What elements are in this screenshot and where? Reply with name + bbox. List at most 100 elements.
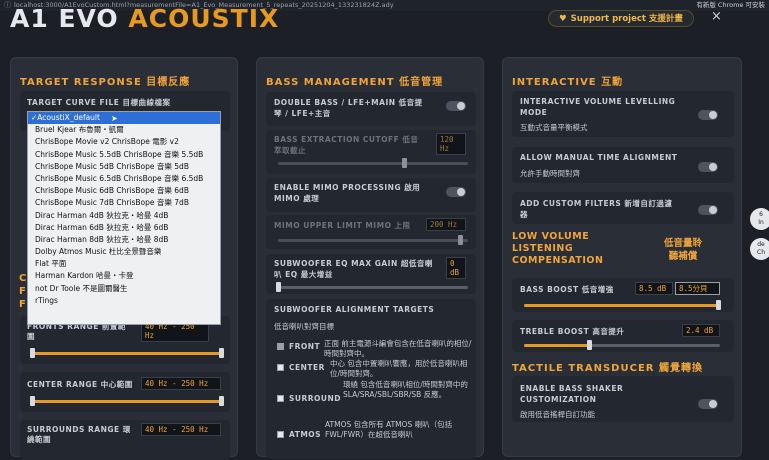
mimo-toggle[interactable] bbox=[446, 187, 466, 197]
sub-align-label: SUBWOOFER ALIGNMENT TARGETS bbox=[274, 305, 435, 314]
side-bubble-icon[interactable]: de Ch bbox=[750, 238, 769, 260]
extraction-handle[interactable] bbox=[402, 158, 407, 168]
curve-file-dropdown[interactable]: ✓AcoustiX_default Bruel Kjear 布魯爾・凱爾 Chr… bbox=[27, 111, 221, 325]
center-range-slider[interactable] bbox=[30, 396, 224, 406]
curve-option[interactable]: Dirac Harman 8dB 狄拉克・哈曼 8dB bbox=[28, 234, 220, 246]
sub-eq-label: SUBWOOFER EQ MAX GAIN 超低音喇叭 EQ 最大增益 bbox=[274, 259, 433, 279]
extraction-value: 120 Hz bbox=[436, 133, 466, 155]
fronts-range-slider[interactable] bbox=[30, 348, 224, 358]
manual-align-card: ALLOW MANUAL TIME ALIGNMENT 允許手動時間對齊 bbox=[512, 147, 734, 183]
custom-filters-toggle[interactable] bbox=[698, 205, 718, 215]
extraction-slider[interactable] bbox=[278, 158, 468, 168]
sub-eq-value: 0 dB bbox=[446, 257, 466, 279]
bass-boost-handle[interactable] bbox=[716, 300, 721, 310]
heart-icon: ♥ bbox=[559, 14, 567, 24]
lvc-title: LOW VOLUME LISTENING COMPENSATION bbox=[512, 231, 604, 266]
surrounds-range-label: SURROUNDS RANGE 環繞範圍 bbox=[27, 425, 131, 444]
bass-management-title: BASS MANAGEMENT 低音管理 bbox=[266, 77, 444, 88]
mouse-cursor-icon: ➤ bbox=[111, 114, 118, 123]
hidden-section-fragment: CFF bbox=[19, 273, 27, 310]
custom-filters-card: ADD CUSTOM FILTERS 新增自訂過濾器 bbox=[512, 192, 734, 224]
curve-option[interactable]: ChrisBope Music 6dB ChrisBope 音樂 6dB bbox=[28, 185, 220, 197]
support-project-button[interactable]: ♥ Support project 支援計畫 bbox=[548, 10, 694, 27]
ivl-sublabel: 互動式音量平衡模式 bbox=[520, 123, 588, 132]
treble-boost-label: TREBLE BOOST 高音提升 bbox=[520, 327, 625, 336]
double-bass-toggle[interactable] bbox=[446, 101, 466, 111]
center-range-low-handle[interactable] bbox=[30, 396, 35, 406]
curve-option[interactable]: Harman Kardon 哈曼・卡登 bbox=[28, 270, 220, 282]
curve-option[interactable]: Flat 平面 bbox=[28, 258, 220, 270]
bass-boost-value: 8.5 dB bbox=[635, 282, 673, 295]
sub-eq-handle[interactable] bbox=[276, 282, 281, 292]
surround-label: SURROUND bbox=[289, 394, 342, 403]
center-checkbox[interactable] bbox=[277, 364, 284, 371]
app-title: A1 EVO ACOUSTIX bbox=[10, 4, 279, 33]
curve-file-label: TARGET CURVE FILE 目標曲線檔案 bbox=[27, 98, 171, 107]
chrome-update-notice[interactable]: 有新版 Chrome 可安裝 bbox=[696, 1, 765, 10]
bass-boost-card: BASS BOOST 低音增強 8.5 dB 8.5分貝 bbox=[512, 278, 734, 312]
sub-eq-card: SUBWOOFER EQ MAX GAIN 超低音喇叭 EQ 最大增益 0 dB bbox=[266, 254, 476, 294]
ivl-toggle[interactable] bbox=[698, 110, 718, 120]
surround-desc: 環繞 包含低音喇叭相位/時間對齊中的 SLA/SRA/SBL/SBR/SB 反應… bbox=[343, 380, 468, 399]
center-range-high-handle[interactable] bbox=[219, 396, 224, 406]
fronts-range-high-handle[interactable] bbox=[219, 348, 224, 358]
surround-checkbox[interactable] bbox=[277, 395, 284, 402]
atmos-label: ATMOS bbox=[289, 430, 322, 439]
center-range-label: CENTER RANGE 中心範圍 bbox=[27, 380, 133, 389]
bass-shaker-label: ENABLE BASS SHAKER CUSTOMIZATION bbox=[520, 384, 624, 404]
surrounds-range-value: 40 Hz - 250 Hz bbox=[141, 423, 221, 436]
close-icon[interactable]: × bbox=[711, 9, 722, 24]
center-desc: 中心 包含中置喇叭響應，用於低音喇叭相位/時間對齊。 bbox=[330, 359, 468, 378]
bass-shaker-card: ENABLE BASS SHAKER CUSTOMIZATION 啟用低音搖桿自… bbox=[512, 376, 734, 422]
app-title-main: A1 EVO bbox=[10, 4, 119, 33]
interactive-panel: INTERACTIVE 互動 INTERACTIVE VOLUME LEVELL… bbox=[502, 57, 742, 457]
app-title-accent: ACOUSTIX bbox=[128, 4, 280, 33]
mimo-upper-slider[interactable] bbox=[278, 235, 468, 245]
curve-option[interactable]: not Dr Toole 不是圖爾醫生 bbox=[28, 283, 220, 295]
curve-option[interactable]: ✓AcoustiX_default bbox=[28, 112, 220, 125]
mimo-card: ENABLE MIMO PROCESSING 啟用 MIMO 處理 bbox=[266, 178, 476, 212]
curve-option[interactable]: Dirac Harman 4dB 狄拉克・哈曼 4dB bbox=[28, 210, 220, 222]
interactive-title: INTERACTIVE 互動 bbox=[512, 77, 624, 88]
mimo-upper-handle[interactable] bbox=[458, 235, 463, 245]
mimo-upper-value: 200 Hz bbox=[426, 218, 466, 231]
curve-option[interactable]: ChrisBope Music 6.5dB ChrisBope 音樂 6.5dB bbox=[28, 173, 220, 185]
side-bubble-icon[interactable]: 6 In bbox=[750, 208, 769, 230]
bass-boost-label: BASS BOOST 低音增強 bbox=[520, 285, 614, 294]
treble-boost-card: TREBLE BOOST 高音提升 2.4 dB bbox=[512, 320, 734, 352]
atmos-checkbox[interactable] bbox=[277, 431, 284, 438]
front-label: FRONT bbox=[289, 342, 321, 351]
center-range-card: CENTER RANGE 中心範圍 40 Hz - 250 Hz bbox=[20, 372, 230, 412]
fronts-range-label: FRONTS RANGE 前置範圍 bbox=[27, 322, 126, 341]
front-desc: 正面 前主電源斗編會包含在低音喇叭的相位/時間對齊中。 bbox=[324, 339, 472, 358]
front-checkbox[interactable] bbox=[277, 343, 284, 350]
treble-boost-slider[interactable] bbox=[524, 340, 720, 350]
curve-option[interactable]: Dolby Atmos Music 杜比全景聲音樂 bbox=[28, 246, 220, 258]
curve-option[interactable]: ChrisBope Music 5.5dB ChrisBope 音樂 5.5dB bbox=[28, 149, 220, 161]
manual-align-toggle[interactable] bbox=[698, 162, 718, 172]
bass-boost-slider[interactable] bbox=[524, 300, 721, 310]
bass-shaker-sublabel: 啟用低音搖桿自訂功能 bbox=[520, 410, 595, 419]
extraction-card: BASS EXTRACTION CUTOFF 低音萃取截止 120 Hz bbox=[266, 130, 476, 174]
mimo-upper-label: MIMO UPPER LIMIT MIMO 上限 bbox=[274, 221, 411, 230]
fronts-range-low-handle[interactable] bbox=[30, 348, 35, 358]
curve-option[interactable]: Bruel Kjear 布魯爾・凱爾 bbox=[28, 124, 220, 136]
bass-shaker-toggle[interactable] bbox=[698, 399, 718, 409]
curve-option[interactable]: rTings bbox=[28, 295, 220, 307]
sub-eq-slider[interactable] bbox=[276, 282, 468, 292]
curve-option[interactable]: Dirac Harman 6dB 狄拉克・哈曼 6dB bbox=[28, 222, 220, 234]
ivl-label: INTERACTIVE VOLUME LEVELLING MODE bbox=[520, 97, 676, 117]
manual-align-label: ALLOW MANUAL TIME ALIGNMENT bbox=[520, 153, 678, 162]
treble-boost-value: 2.4 dB bbox=[682, 324, 720, 337]
custom-filters-label: ADD CUSTOM FILTERS 新增自訂過濾器 bbox=[520, 199, 673, 219]
curve-option[interactable]: ChrisBope Movie v2 ChrisBope 電影 v2 bbox=[28, 136, 220, 148]
bass-boost-input[interactable]: 8.5分貝 bbox=[675, 282, 720, 295]
treble-boost-handle[interactable] bbox=[587, 340, 592, 350]
mimo-label: ENABLE MIMO PROCESSING 啟用 MIMO 處理 bbox=[274, 183, 421, 203]
mimo-upper-card: MIMO UPPER LIMIT MIMO 上限 200 Hz bbox=[266, 215, 476, 249]
curve-option[interactable]: ChrisBope Music 5dB ChrisBope 音樂 5dB bbox=[28, 161, 220, 173]
curve-option[interactable]: ChrisBope Music 7dB ChrisBope 音樂 7dB bbox=[28, 197, 220, 209]
target-response-title: TARGET RESPONSE 目標反應 bbox=[20, 77, 191, 88]
double-bass-label: DOUBLE BASS / LFE+MAIN 低音提琴 / LFE+主音 bbox=[274, 98, 423, 118]
center-range-value: 40 Hz - 250 Hz bbox=[141, 377, 221, 390]
